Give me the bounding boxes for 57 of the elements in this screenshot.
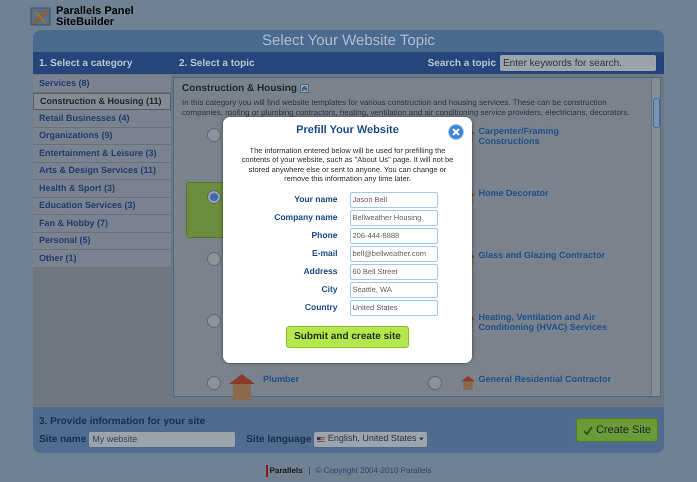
topic-label[interactable]: Plumber [263,374,403,384]
category-heading: Construction & Housing [182,82,297,96]
create-site-button[interactable]: Create Site [576,418,658,442]
copyright: © Copyright 2004-2010 Parallels [316,465,432,477]
category-item[interactable]: Organizations (9) [33,128,171,145]
submit-button[interactable]: Submit and create site [286,326,409,348]
site-name-field[interactable]: My website [89,432,236,446]
category-item[interactable]: Other (1) [33,250,171,268]
topic-label[interactable]: Carpenter/Framing Constructions [478,126,618,146]
close-icon[interactable] [448,124,464,140]
house-icon [460,376,474,390]
category-item[interactable]: Arts & Design Services (11) [33,162,171,180]
category-item[interactable]: Fan & Hobby (7) [33,215,171,232]
topic-label[interactable]: Heating, Ventilation and Air Conditioning (HVAC) Services [478,312,618,332]
topic-label[interactable]: Home Decorator [478,188,618,198]
house-icon [229,374,255,400]
category-item[interactable]: Services (8) [33,75,171,92]
dialog-title: Prefill Your Website [296,123,399,138]
category-description: In this category you will find website templates for various construction and housing services. These can be construction companies, roofing or plumbing contractors, heating, ventilation and air conditioning service providers, electricians, decorators. [182,98,631,118]
language-dropdown[interactable]: English, United States [314,432,428,446]
topic-label[interactable]: Glass and Glazing Contractor [478,250,618,260]
category-item[interactable]: Retail Businesses (4) [33,110,171,128]
field-label: Your name [293,193,338,206]
section-heading: 2. Select a topic [178,56,256,70]
product-name: Parallels Panel [56,6,134,17]
topic-radio[interactable] [207,252,221,266]
collapse-icon[interactable] [300,84,309,93]
field-label: Company name [273,211,338,224]
footer-logo: Parallels [266,465,303,477]
field-label: Site name [39,432,86,446]
checkmark-icon [582,426,593,434]
topic-radio[interactable] [207,314,221,328]
category-item[interactable]: Education Services (3) [33,198,171,215]
caret-icon [419,437,424,441]
category-item[interactable]: Personal (5) [33,232,171,250]
field-label: Site language [246,432,312,446]
field-label: E-mail [310,247,338,260]
topic-radio[interactable] [207,128,221,142]
page-title: Select Your Website Topic [262,30,435,51]
field-label: City [320,283,338,296]
search-label: Search a topic [428,56,496,70]
search-field[interactable]: Enter keywords for search. [500,55,656,71]
section-heading: 1. Select a category [38,56,134,70]
flag-icon [317,436,325,442]
logo-icon [30,6,52,28]
product-name: SiteBuilder [56,17,116,28]
category-item[interactable]: Entertainment & Leisure (3) [33,145,171,162]
scrollbar[interactable] [651,78,660,396]
field-label: Country [304,301,338,314]
field-label: Address [302,265,338,278]
field-label: Phone [310,229,338,242]
topic-radio[interactable] [207,376,221,390]
section-heading: 3. Provide information for your site [39,414,206,428]
topic-label[interactable]: General Residential Contractor [478,374,618,384]
category-item[interactable]: Construction & Housing (11) [33,92,171,110]
category-item[interactable]: Health & Sport (3) [33,180,171,198]
topic-radio[interactable] [428,376,442,390]
